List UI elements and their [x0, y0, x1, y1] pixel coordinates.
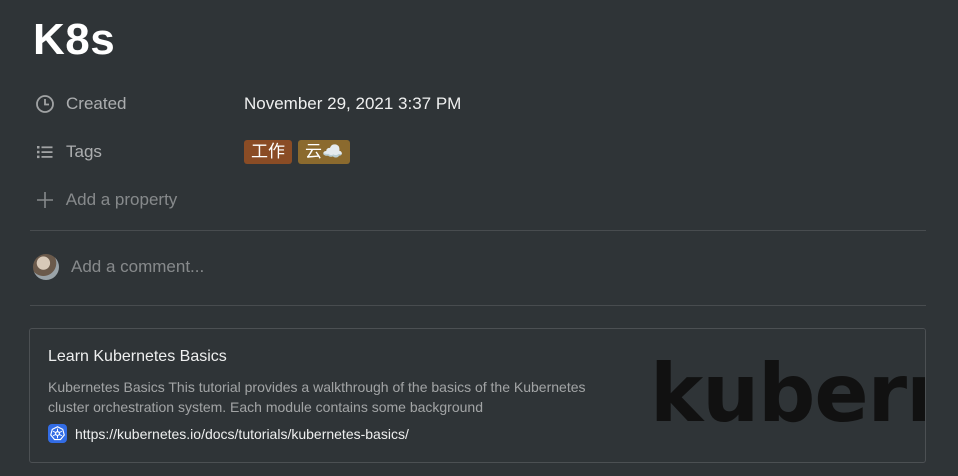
clock-icon	[34, 93, 56, 115]
bookmark-url: https://kubernetes.io/docs/tutorials/kub…	[75, 425, 409, 442]
page: K8s Created November 29, 2021 3:37 PM Ta…	[0, 0, 958, 476]
kubernetes-icon	[48, 424, 67, 443]
page-title[interactable]: K8s	[33, 12, 115, 68]
list-icon	[34, 141, 56, 163]
tag-cloud[interactable]: 云☁️	[298, 140, 351, 164]
bookmark-url-row: https://kubernetes.io/docs/tutorials/kub…	[48, 424, 628, 443]
kubernetes-logo-text: kubernetes	[650, 347, 925, 440]
divider	[30, 305, 926, 306]
tags-value[interactable]: 工作 云☁️	[244, 140, 356, 164]
tag-work[interactable]: 工作	[244, 140, 292, 164]
comment-input[interactable]	[71, 257, 471, 277]
bookmark-image: kubernetes	[640, 329, 925, 460]
property-created: Created November 29, 2021 3:37 PM	[34, 89, 914, 119]
property-created-label: Created	[66, 94, 127, 113]
bookmark-card[interactable]: Learn Kubernetes Basics Kubernetes Basic…	[29, 328, 926, 463]
property-label-tags[interactable]: Tags	[34, 141, 244, 163]
created-value: November 29, 2021 3:37 PM	[244, 94, 462, 113]
property-tags: Tags 工作 云☁️	[34, 137, 914, 167]
divider	[30, 230, 926, 231]
plus-icon	[34, 189, 56, 211]
avatar	[33, 254, 59, 280]
bookmark-description: Kubernetes Basics This tutorial provides…	[48, 379, 586, 415]
property-label-created[interactable]: Created	[34, 93, 244, 115]
add-property-text: Add a property	[65, 190, 178, 209]
bookmark-text: Learn Kubernetes Basics Kubernetes Basic…	[30, 329, 646, 462]
property-tags-label: Tags	[66, 142, 102, 161]
comment-row	[33, 254, 471, 280]
bookmark-title: Learn Kubernetes Basics	[48, 348, 227, 365]
add-property-button[interactable]: Add a property	[34, 185, 914, 215]
add-property-label: Add a property	[34, 189, 244, 211]
